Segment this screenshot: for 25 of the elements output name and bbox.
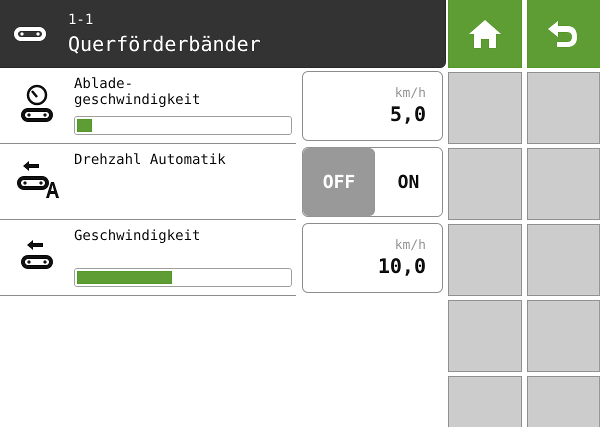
home-icon — [468, 19, 502, 49]
toggle-switch[interactable]: OFF ON — [302, 147, 443, 217]
screen-title: Querförderbänder — [68, 31, 261, 58]
row-label: Ablade- geschwindigkeit — [74, 76, 202, 108]
soft-key[interactable] — [448, 300, 522, 372]
row-label: Drehzahl Automatik — [74, 152, 227, 168]
home-button[interactable] — [448, 0, 522, 68]
soft-key[interactable] — [526, 376, 600, 427]
value-field[interactable]: km/h 5,0 — [302, 71, 443, 141]
soft-key[interactable] — [448, 224, 522, 296]
soft-key[interactable] — [448, 72, 522, 144]
conveyor-arrow-a-icon — [15, 160, 59, 200]
row-label: Geschwindigkeit — [74, 228, 202, 244]
screen-number: 1-1 — [68, 11, 94, 30]
value-field[interactable]: km/h 10,0 — [302, 223, 443, 293]
conveyor-icon — [12, 26, 48, 42]
soft-key[interactable] — [526, 224, 600, 296]
soft-key[interactable] — [448, 148, 522, 220]
back-button[interactable] — [526, 0, 600, 68]
gauge-conveyor-icon — [19, 84, 55, 124]
soft-key[interactable] — [526, 300, 600, 372]
soft-key[interactable] — [448, 376, 522, 427]
soft-key[interactable] — [526, 72, 600, 144]
soft-key[interactable] — [526, 148, 600, 220]
return-icon — [547, 20, 580, 48]
